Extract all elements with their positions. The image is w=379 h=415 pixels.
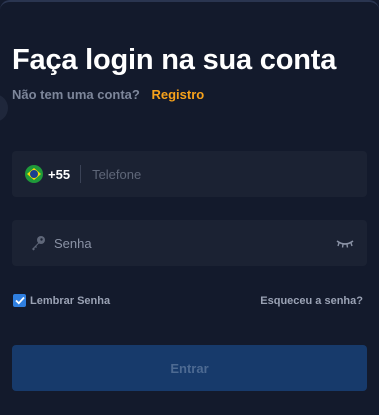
no-account-text: Não tem uma conta? bbox=[12, 87, 140, 102]
eye-closed-icon[interactable] bbox=[336, 237, 354, 249]
divider bbox=[80, 165, 82, 183]
phone-field[interactable]: +55 bbox=[12, 151, 367, 197]
remember-password[interactable]: Lembrar Senha bbox=[13, 294, 110, 307]
register-link[interactable]: Registro bbox=[151, 87, 204, 102]
register-prompt: Não tem uma conta? Registro bbox=[12, 87, 204, 102]
remember-label[interactable]: Lembrar Senha bbox=[30, 295, 110, 307]
page-title: Faça login na sua conta bbox=[12, 44, 337, 76]
login-button[interactable]: Entrar bbox=[12, 345, 367, 391]
password-input[interactable] bbox=[54, 220, 336, 266]
phone-input[interactable] bbox=[92, 151, 367, 197]
checkmark-icon bbox=[14, 296, 25, 305]
forgot-password-link[interactable]: Esqueceu a senha? bbox=[260, 295, 363, 307]
brazil-flag-icon[interactable] bbox=[25, 165, 43, 183]
password-field[interactable] bbox=[12, 220, 367, 266]
dial-code[interactable]: +55 bbox=[48, 167, 70, 182]
key-icon bbox=[32, 236, 45, 251]
login-card: Faça login na sua conta Não tem uma cont… bbox=[0, 0, 379, 415]
side-handle[interactable] bbox=[0, 94, 8, 122]
remember-checkbox[interactable] bbox=[13, 294, 26, 307]
